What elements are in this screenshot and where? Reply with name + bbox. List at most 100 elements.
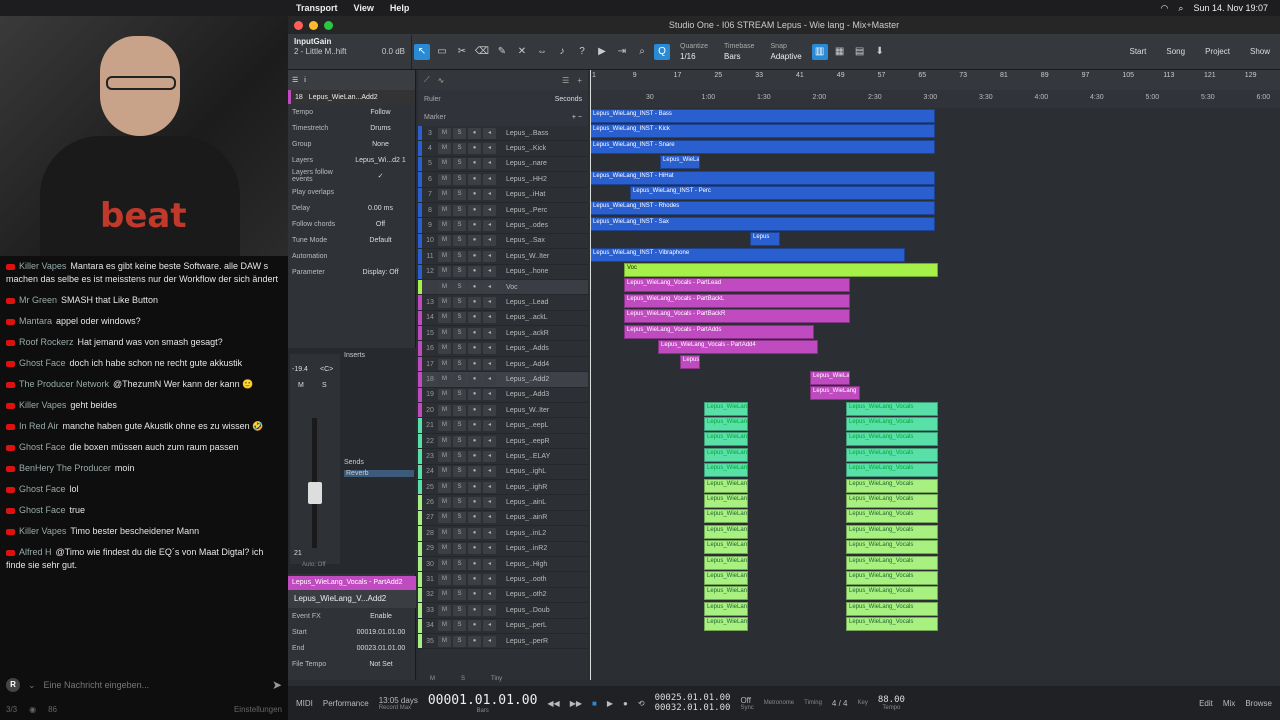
track-name[interactable]: Lepus_..Doub (506, 607, 588, 614)
audio-event[interactable]: Lepus_WieLan (704, 401, 748, 416)
record-arm-button[interactable]: ● (468, 589, 481, 601)
forward-icon[interactable]: ▶▶ (570, 699, 582, 708)
track-name[interactable]: Lepus_..Add4 (506, 361, 588, 368)
track-name[interactable]: Lepus_..hone (506, 268, 588, 275)
track-name[interactable]: Lepus_..ainL (506, 499, 588, 506)
volume-fader-handle[interactable] (308, 482, 322, 504)
track-name[interactable]: Lepus_..Kick (506, 145, 588, 152)
solo-button[interactable]: S (453, 481, 466, 493)
eraser-tool-icon[interactable]: ⌫ (474, 44, 490, 60)
menu-help[interactable]: Help (382, 3, 418, 13)
arrange-view[interactable]: 1 9 17 25 33 41 49 57 65 73 81 89 97 105 113 121 129 30 1… (590, 70, 1280, 680)
mute-button[interactable]: M (438, 527, 451, 539)
mute-button[interactable]: M (438, 404, 451, 416)
monitor-button[interactable]: ◂ (483, 543, 496, 555)
timing-label[interactable]: Timing (804, 700, 822, 706)
mute-button[interactable]: M (438, 435, 451, 447)
property-value[interactable]: Display: Off (350, 269, 411, 276)
chat-username[interactable]: Mr Green (19, 295, 57, 305)
mute-button[interactable]: M (438, 389, 451, 401)
bar-ruler[interactable]: 1 9 17 25 33 41 49 57 65 73 81 89 97 105 113 121 129 (590, 70, 1280, 90)
performance-label[interactable]: Performance (323, 699, 369, 708)
record-arm-button[interactable]: ● (468, 312, 481, 324)
solo-button[interactable]: S (453, 635, 466, 647)
track-name[interactable]: Lepus_W..Iter (506, 407, 588, 414)
solo-button[interactable]: S (322, 382, 327, 389)
fader-db[interactable]: -19.4 (292, 366, 308, 373)
audio-event[interactable]: Lepus_WieLang_Vocals - PartBackR (624, 309, 850, 324)
audio-event[interactable]: Lepus_WieLang_Vocals (846, 494, 938, 508)
track-row[interactable]: 27 M S ● ◂ Lepus_..ainR (418, 510, 588, 527)
mute-button[interactable]: M (438, 235, 451, 247)
split-tool-icon[interactable]: ✂ (454, 44, 470, 60)
zoom-icon[interactable]: ⌕ (634, 44, 650, 60)
track-row[interactable]: 21 M S ● ◂ Lepus_..eepL (418, 418, 588, 434)
solo-button[interactable]: S (453, 343, 466, 355)
track-name[interactable]: Lepus_..inL2 (506, 530, 588, 537)
record-arm-button[interactable]: ● (468, 481, 481, 493)
record-arm-button[interactable]: ● (468, 204, 481, 216)
audio-event[interactable]: Lepus_WieLang_Vocals (846, 601, 938, 616)
track-row[interactable]: 12 M S ● ◂ Lepus_..hone (418, 264, 588, 280)
track-row[interactable]: 29 M S ● ◂ Lepus_..inR2 (418, 541, 588, 557)
audio-event[interactable]: Lepus_WieLang_INST - Perc (630, 186, 935, 200)
track-row[interactable]: 33 M S ● ◂ Lepus_..Doub (418, 603, 588, 619)
property-value[interactable]: Follow (350, 109, 411, 116)
pan-value[interactable]: <C> (320, 366, 333, 373)
record-arm-button[interactable]: ● (468, 173, 481, 185)
mute-button[interactable]: M (438, 189, 451, 201)
track-name[interactable]: Lepus_..Lead (506, 299, 588, 306)
audio-event[interactable]: Lepus_WieLa (660, 155, 700, 170)
audio-event[interactable]: Lepus_WieLan (704, 432, 748, 447)
quantize-select[interactable]: Quantize 1/16 (680, 42, 708, 62)
monitor-button[interactable]: ◂ (483, 420, 496, 432)
audio-event[interactable]: Lepus_WieLan (704, 586, 748, 601)
chat-username[interactable]: Mantara (19, 316, 52, 326)
track-name[interactable]: Lepus_..iHat (506, 191, 588, 198)
track-row[interactable]: 31 M S ● ◂ Lepus_..ooth (418, 572, 588, 588)
automation-mode[interactable]: Auto: Off (302, 562, 326, 568)
chat-username[interactable]: In Red Air (19, 421, 59, 431)
track-row[interactable]: 35 M S ● ◂ Lepus_..perR (418, 633, 588, 650)
tempo-value[interactable]: 88.00 (878, 695, 905, 705)
audio-event[interactable]: Lepus_WieLan (704, 447, 748, 462)
inspector-track[interactable]: 18 Lepus_WieLan...Add2 (288, 90, 415, 104)
chat-input[interactable]: Eine Nachricht eingeben... (44, 679, 264, 692)
play-icon[interactable]: ▶ (607, 699, 613, 708)
position-format[interactable]: Bars (476, 708, 488, 714)
browse-button[interactable]: Browse (1245, 699, 1272, 708)
inspector-property[interactable]: Automation (288, 248, 415, 264)
audio-event[interactable]: Lepus_WieLan (704, 555, 748, 570)
property-value[interactable]: ✓ (350, 172, 411, 180)
mute-button[interactable]: M (438, 312, 451, 324)
record-arm-button[interactable]: ● (468, 635, 481, 647)
track-row[interactable]: 5 M S ● ◂ Lepus_..nare (418, 156, 588, 173)
track-name[interactable]: Lepus_..Bass (506, 130, 588, 137)
position-display[interactable]: 00001.01.01.00 (428, 693, 538, 708)
edit-button[interactable]: Edit (1199, 699, 1213, 708)
monitor-button[interactable]: ◂ (483, 235, 496, 247)
audio-event[interactable]: Lepus_WieLan (704, 463, 748, 478)
audio-event[interactable]: Lepus_WieLang_Vocals (846, 586, 938, 601)
event-start-value[interactable]: 00019.01.01.00 (350, 629, 412, 636)
solo-button[interactable]: S (453, 497, 466, 509)
track-name[interactable]: Lepus_..Add3 (506, 391, 588, 398)
bend-tool-icon[interactable]: ⇔ (534, 44, 550, 60)
mute-tool-icon[interactable]: ✕ (514, 44, 530, 60)
send-icon[interactable]: ➤ (272, 678, 282, 692)
audio-event[interactable]: Lepus_WieLang_Vocals (846, 432, 938, 447)
audio-event[interactable]: Lepus_WieLang_Vocals (846, 509, 938, 524)
chat-username[interactable]: Ghost Face (19, 505, 66, 515)
inspector-property[interactable]: Play overlaps (288, 184, 415, 200)
record-arm-button[interactable]: ● (468, 373, 481, 385)
track-name[interactable]: Lepus_..ooth (506, 576, 588, 583)
track-row[interactable]: 6 M S ● ◂ Lepus_..HH2 (418, 172, 588, 188)
track-row[interactable]: 15 M S ● ◂ Lepus_..ackR (418, 326, 588, 342)
audio-event[interactable]: Lepus_WieLang_Vocals - PartAdd4 (658, 340, 818, 354)
audio-event[interactable]: Lepus_WieLang_Vocals (846, 463, 938, 478)
track-row[interactable]: 19 M S ● ◂ Lepus_..Add3 (418, 387, 588, 404)
mute-button[interactable]: M (438, 574, 451, 586)
solo-button[interactable]: S (453, 574, 466, 586)
search-icon[interactable]: ⌕ (1178, 3, 1183, 14)
track-row[interactable]: 28 M S ● ◂ Lepus_..inL2 (418, 526, 588, 542)
